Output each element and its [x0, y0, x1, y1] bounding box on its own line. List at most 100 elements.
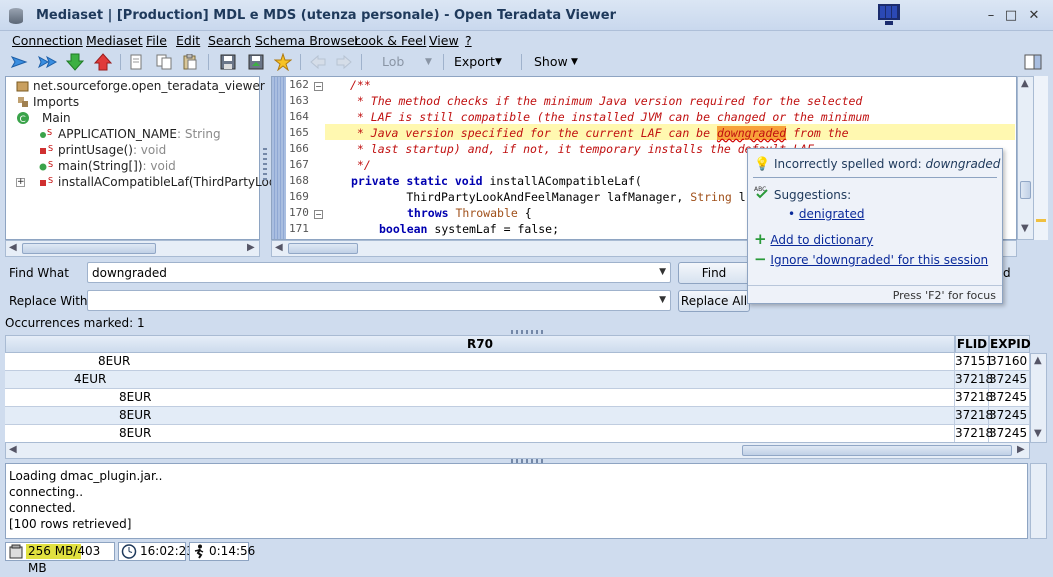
add-to-dictionary-link[interactable]: Add to dictionary — [770, 233, 873, 247]
suggestion-item[interactable]: • denigrated — [788, 207, 864, 221]
cell-r70[interactable]: 8EUR — [5, 407, 955, 425]
horizontal-splitter[interactable] — [511, 330, 543, 334]
copy-icon[interactable] — [156, 53, 172, 71]
menu-view[interactable]: View — [429, 33, 459, 48]
cell-flid[interactable]: 37218 — [955, 407, 993, 425]
menu-edit[interactable]: Edit — [176, 33, 200, 48]
scroll-left-icon[interactable]: ◀ — [275, 242, 283, 253]
replace-all-button[interactable]: Replace All — [678, 290, 750, 312]
fold-icon[interactable]: − — [314, 210, 323, 219]
add-to-dictionary[interactable]: + Add to dictionary — [754, 230, 873, 248]
menu-look-and-feel[interactable]: Look & Feel — [354, 33, 426, 48]
favorite-star-icon[interactable] — [274, 53, 292, 71]
scroll-up-icon[interactable]: ▲ — [1034, 355, 1042, 366]
scroll-right-icon[interactable]: ▶ — [247, 242, 255, 253]
code-keyword: throws — [407, 206, 449, 220]
maximize-button[interactable]: □ — [1003, 8, 1019, 24]
cell-flid[interactable]: 37218 — [955, 371, 993, 389]
scroll-thumb[interactable] — [288, 243, 358, 254]
scroll-left-icon[interactable]: ◀ — [9, 444, 17, 455]
run-all-icon[interactable] — [38, 53, 58, 71]
menu-mediaset[interactable]: Mediaset — [86, 33, 143, 48]
scroll-right-icon[interactable]: ▶ — [1017, 444, 1025, 455]
table-horizontal-scrollbar[interactable]: ◀ ▶ — [5, 442, 1030, 459]
tree-class-main[interactable]: C Main — [16, 110, 71, 126]
menu-search[interactable]: Search — [208, 33, 251, 48]
cell-flid[interactable]: 37218 — [955, 425, 993, 443]
run-icon[interactable] — [10, 53, 28, 71]
table-row[interactable]: 8EUR 37218 37245 — [5, 425, 1030, 443]
menu-file[interactable]: File — [146, 33, 167, 48]
table-vertical-scrollbar[interactable]: ▲ ▼ — [1030, 353, 1047, 443]
upload-arrow-icon[interactable] — [94, 53, 112, 71]
tree-root[interactable]: net.sourceforge.open_teradata_viewer — [16, 78, 265, 94]
garbage-collect-icon[interactable] — [8, 544, 24, 559]
error-strip[interactable] — [1034, 76, 1048, 240]
tree-item-install-laf[interactable]: + S installACompatibleLaf(ThirdPartyLool — [16, 174, 280, 190]
find-button[interactable]: Find — [678, 262, 750, 284]
cell-flid[interactable]: 37151 — [955, 353, 993, 371]
suggestion-link[interactable]: denigrated — [799, 207, 865, 221]
monitor-icon[interactable] — [878, 4, 900, 25]
error-strip-marker[interactable] — [1036, 219, 1046, 222]
column-header-r70[interactable]: R70 — [5, 335, 955, 353]
editor-vertical-scrollbar[interactable]: ▲ ▼ — [1017, 76, 1034, 240]
scroll-left-icon[interactable]: ◀ — [9, 242, 17, 253]
table-row[interactable]: 8EUR 37218 37245 — [5, 407, 1030, 425]
cell-r70[interactable]: 4EUR — [5, 371, 955, 389]
column-header-expid[interactable]: EXPID — [989, 335, 1031, 353]
cell-flid[interactable]: 37218 — [955, 389, 993, 407]
chevron-down-icon[interactable]: ▼ — [659, 295, 666, 305]
table-row[interactable]: 8EUR 37151 37160 — [5, 353, 1030, 371]
scroll-thumb[interactable] — [1020, 181, 1031, 199]
replace-input[interactable]: ▼ — [87, 290, 671, 311]
cell-r70[interactable]: 8EUR — [5, 425, 955, 443]
log-output[interactable]: Loading dmac_plugin.jar.. connecting.. c… — [5, 463, 1028, 539]
table-row[interactable]: 8EUR 37218 37245 — [5, 389, 1030, 407]
minimize-button[interactable]: – — [983, 8, 999, 24]
fold-icon[interactable]: − — [314, 82, 323, 91]
cell-r70[interactable]: 8EUR — [5, 353, 955, 371]
cell-expid[interactable]: 37245 — [989, 407, 1030, 425]
export-menu[interactable]: Export — [454, 54, 495, 69]
save-as-icon[interactable] — [248, 53, 264, 71]
ignore-word-link[interactable]: Ignore 'downgraded' for this session — [770, 253, 988, 267]
close-button[interactable]: ✕ — [1026, 8, 1042, 24]
scroll-thumb[interactable] — [22, 243, 156, 254]
menu-help[interactable]: ? — [465, 33, 472, 48]
menu-schema-browser[interactable]: Schema Browser — [255, 33, 360, 48]
column-header-flid[interactable]: FLID — [955, 335, 989, 353]
misspelled-word[interactable]: downgraded — [716, 126, 787, 140]
tree-item-application-name[interactable]: S APPLICATION_NAME : String — [38, 126, 221, 142]
vertical-splitter[interactable] — [263, 148, 267, 182]
find-input[interactable]: downgraded ▼ — [87, 262, 671, 283]
scroll-thumb[interactable] — [742, 445, 1012, 456]
outline-tree[interactable]: net.sourceforge.open_teradata_viewer Imp… — [5, 76, 280, 240]
memory-indicator[interactable]: 256 MB/403 MB — [5, 542, 115, 575]
download-arrow-icon[interactable] — [66, 53, 84, 71]
expand-icon[interactable]: + — [16, 177, 25, 187]
cell-expid[interactable]: 37160 — [989, 353, 1030, 371]
scroll-up-icon[interactable]: ▲ — [1021, 78, 1029, 89]
cut-icon[interactable] — [128, 53, 144, 71]
tree-item-print-usage[interactable]: S printUsage() : void — [38, 142, 166, 158]
chevron-down-icon[interactable]: ▼ — [659, 267, 666, 277]
cell-expid[interactable]: 37245 — [989, 371, 1030, 389]
ignore-word[interactable]: − Ignore 'downgraded' for this session — [754, 250, 988, 268]
menu-connection[interactable]: Connection — [12, 33, 83, 48]
bullet-icon: • — [788, 207, 796, 221]
panel-layout-icon[interactable] — [1024, 53, 1042, 71]
show-menu[interactable]: Show — [534, 54, 568, 69]
scroll-down-icon[interactable]: ▼ — [1021, 223, 1029, 234]
scroll-down-icon[interactable]: ▼ — [1034, 428, 1042, 439]
cell-expid[interactable]: 37245 — [989, 425, 1030, 443]
log-vertical-scrollbar[interactable] — [1030, 463, 1047, 539]
tree-imports[interactable]: Imports — [16, 94, 79, 110]
table-row[interactable]: 4EUR 37218 37245 — [5, 371, 1030, 389]
tree-horizontal-scrollbar[interactable]: ◀ ▶ — [5, 240, 260, 257]
cell-r70[interactable]: 8EUR — [5, 389, 955, 407]
save-icon[interactable] — [220, 53, 236, 71]
tree-item-main[interactable]: S main(String[]) : void — [38, 158, 176, 174]
cell-expid[interactable]: 37245 — [989, 389, 1030, 407]
paste-icon[interactable] — [182, 53, 198, 71]
